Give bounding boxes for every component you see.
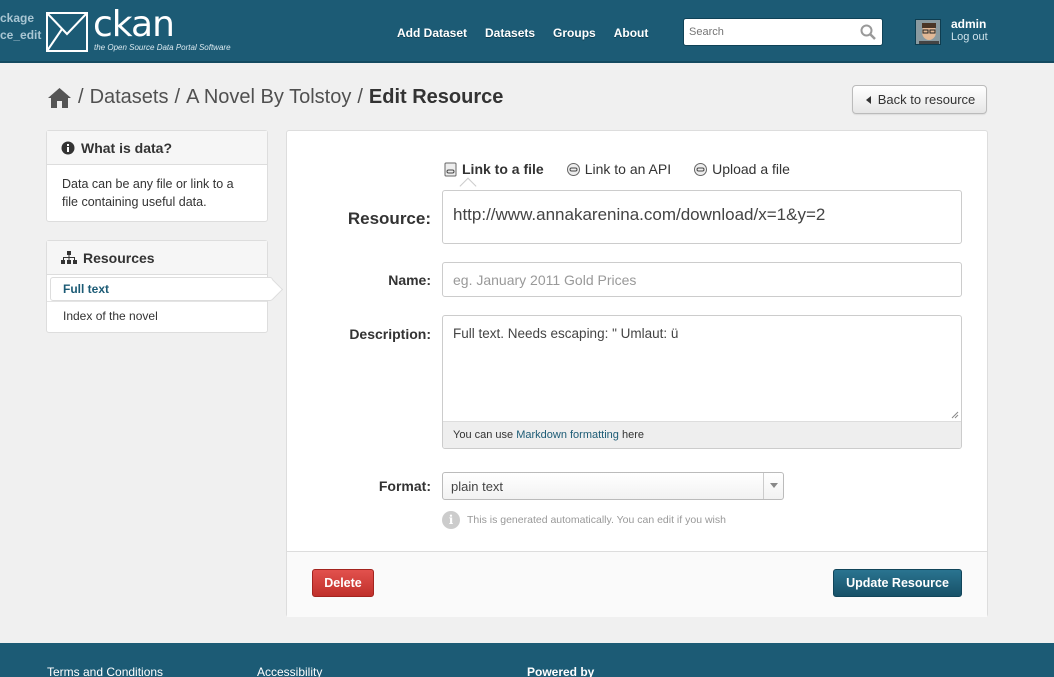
back-button-label: Back to resource (877, 92, 976, 107)
resources-title: Resources (83, 249, 155, 266)
markdown-help-before: You can use (453, 429, 517, 441)
avatar[interactable] (915, 19, 941, 45)
info-icon: i (442, 511, 460, 529)
description-text: Full text. Needs escaping: " Umlaut: ü (453, 326, 679, 341)
tab-upload-file-label: Upload a file (712, 161, 790, 177)
page-title: Edit Resource (368, 86, 504, 108)
description-field: Full text. Needs escaping: " Umlaut: ü Y… (442, 315, 962, 449)
footer-accessibility-link[interactable]: Accessibility (257, 665, 322, 677)
corner-line-1: ckage (0, 11, 35, 25)
resource-label: Resource: (347, 209, 431, 228)
breadcrumb: / Datasets / A Novel By Tolstoy / Edit R… (47, 86, 503, 109)
resources-heading: Resources (47, 241, 267, 275)
brand-name[interactable]: ckan (93, 4, 175, 45)
logout-link[interactable]: Log out (951, 31, 988, 43)
what-is-data-module: What is data? Data can be any file or li… (46, 130, 268, 222)
format-value: plain text (451, 479, 504, 494)
resource-item-full-text[interactable]: Full text (50, 277, 273, 301)
debug-corner-text: ckage ce_edit (0, 10, 41, 44)
markdown-help-after: here (618, 429, 644, 441)
brand-tagline: the Open Source Data Portal Software (94, 43, 231, 52)
form-actions: Delete Update Resource (287, 551, 987, 617)
footer-powered-by: Powered by (527, 665, 595, 677)
tab-link-file[interactable]: Link to a file (443, 161, 544, 177)
main-nav: Add Dataset Datasets Groups About (397, 26, 666, 40)
nav-add-dataset[interactable]: Add Dataset (397, 26, 467, 40)
name-input[interactable]: eg. January 2011 Gold Prices (442, 262, 962, 297)
link-api-icon (566, 162, 580, 176)
update-resource-button[interactable]: Update Resource (833, 569, 962, 597)
delete-button[interactable]: Delete (312, 569, 374, 597)
description-textarea[interactable]: Full text. Needs escaping: " Umlaut: ü (443, 316, 961, 422)
what-is-data-text: Data can be any file or link to a file c… (62, 177, 234, 209)
tab-link-api[interactable]: Link to an API (566, 161, 671, 177)
info-circle-icon (61, 141, 75, 154)
upload-file-icon (694, 162, 708, 176)
breadcrumb-dataset[interactable]: A Novel By Tolstoy (186, 86, 351, 109)
resource-type-tabs: Link to a file Link to an API Upload a f… (443, 161, 812, 177)
breadcrumb-datasets[interactable]: Datasets (90, 86, 169, 109)
ckan-logo-icon[interactable] (46, 12, 88, 52)
user-name[interactable]: admin (951, 17, 986, 31)
back-to-resource-button[interactable]: Back to resource (852, 85, 987, 114)
breadcrumb-separator: / (78, 86, 84, 108)
markdown-help: You can use Markdown formatting here (443, 422, 961, 448)
avatar-image-icon (916, 20, 940, 44)
link-file-icon (444, 162, 457, 176)
search-icon[interactable] (860, 24, 876, 40)
dropdown-arrow-icon[interactable] (763, 473, 783, 499)
what-is-data-heading: What is data? (47, 131, 267, 165)
format-hint-text: This is generated automatically. You can… (467, 514, 726, 526)
search-input[interactable] (684, 19, 849, 45)
format-select[interactable]: plain text (442, 472, 784, 500)
nav-groups[interactable]: Groups (553, 26, 596, 40)
description-label: Description: (349, 326, 431, 342)
edit-resource-form: Link to a file Link to an API Upload a f… (286, 130, 988, 617)
masthead: ckage ce_edit ckan the Open Source Data … (0, 0, 1054, 63)
tab-link-api-label: Link to an API (584, 161, 672, 177)
corner-line-2: ce_edit (0, 28, 42, 42)
what-is-data-title: What is data? (81, 139, 173, 156)
home-icon[interactable] (47, 87, 72, 109)
resource-item-index[interactable]: Index of the novel (47, 301, 267, 330)
footer-terms-link[interactable]: Terms and Conditions (47, 665, 163, 677)
format-hint: i This is generated automatically. You c… (442, 511, 726, 529)
name-label: Name: (388, 272, 431, 288)
resources-module: Resources Full text Index of the novel (46, 240, 273, 333)
footer: Terms and Conditions Accessibility Power… (0, 643, 1054, 677)
caret-left-icon (865, 95, 871, 104)
tab-link-file-label: Link to a file (462, 161, 544, 177)
nav-about[interactable]: About (614, 26, 649, 40)
nav-datasets[interactable]: Datasets (485, 26, 535, 40)
sitemap-icon (61, 250, 77, 264)
breadcrumb-separator: / (174, 86, 181, 108)
search-box (683, 18, 883, 46)
breadcrumb-separator: / (357, 86, 363, 108)
resource-url-input[interactable]: http://www.annakarenina.com/download/x=1… (442, 190, 962, 244)
resize-grip-icon[interactable] (951, 411, 959, 419)
markdown-link[interactable]: Markdown formatting (516, 429, 619, 441)
tab-upload-file[interactable]: Upload a file (693, 161, 790, 177)
format-label: Format: (378, 478, 431, 494)
